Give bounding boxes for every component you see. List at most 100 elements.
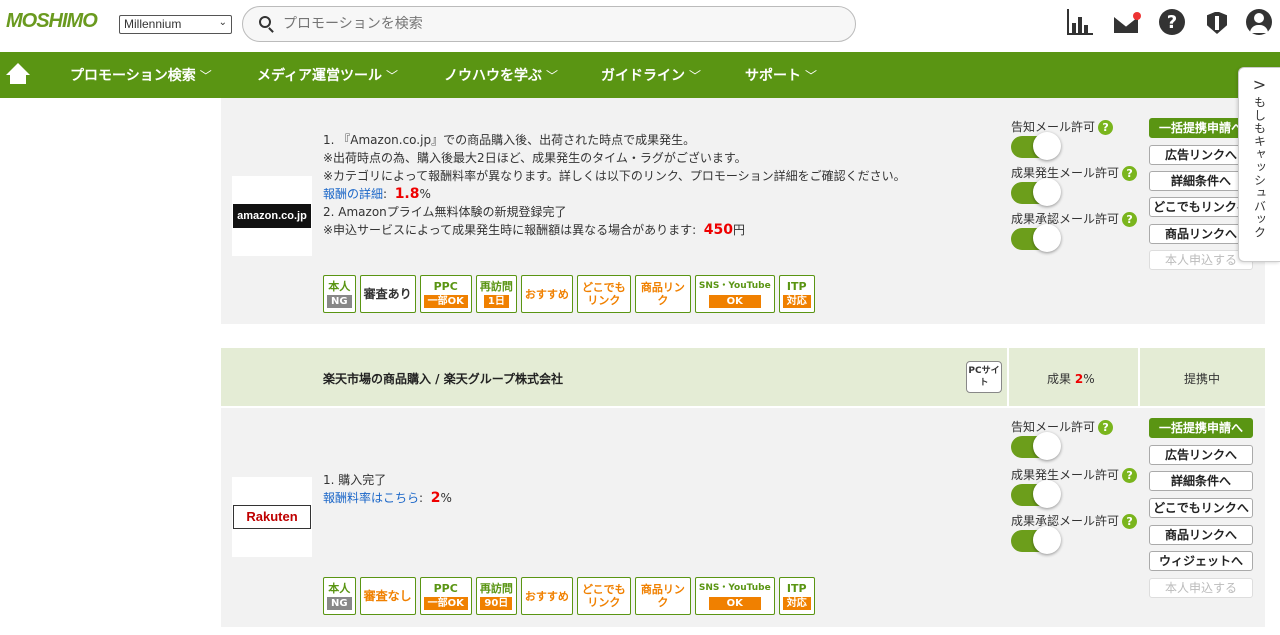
reward-row: ※申込サービスによって成果発生時に報酬額は異なる場合があります: 450円 xyxy=(323,221,906,239)
chevron-right-icon: > xyxy=(1252,75,1267,94)
self-apply-button[interactable]: 本人申込する xyxy=(1149,578,1253,598)
tag-revisit: 再訪問 1日 xyxy=(475,275,517,313)
nav-item-media-tools[interactable]: メディア運営ツール ﹀ xyxy=(257,65,398,85)
search-icon xyxy=(259,16,271,28)
help-icon[interactable]: ? xyxy=(1122,468,1138,483)
detail-conditions-button[interactable]: 詳細条件へ xyxy=(1149,471,1253,491)
chevron-down-icon: ﹀ xyxy=(546,69,559,83)
chevron-down-icon: ﹀ xyxy=(386,69,399,83)
home-icon[interactable] xyxy=(6,63,30,85)
notice-mail-label: 告知メール許可? xyxy=(1011,118,1114,135)
promotion-header-rakuten: 楽天市場の商品購入 / 楽天グループ株式会社 PCサイト 成果 2% 提携中 xyxy=(221,348,1265,406)
chevron-down-icon: ﹀ xyxy=(199,69,212,83)
product-link-button[interactable]: 商品リンクへ xyxy=(1149,525,1253,545)
tag-anywhere-link: どこでもリンク xyxy=(576,577,631,615)
reward-value: 1.8 xyxy=(394,186,420,202)
desc-line: ※申込サービスによって成果発生時に報酬額は異なる場合があります: xyxy=(323,223,697,237)
tag-revisit: 再訪問 90日 xyxy=(475,577,517,615)
cashback-side-tab[interactable]: > もしもキャッシュバック xyxy=(1238,67,1280,262)
search-input[interactable] xyxy=(283,14,843,34)
ad-link-button[interactable]: 広告リンクへ xyxy=(1149,445,1253,465)
desc-line: ※出荷時点の為、購入後最大2日ほど、成果発生のタイム・ラグがございます。 xyxy=(323,151,747,165)
tag-sns: SNS・YouTube OK xyxy=(694,577,775,615)
nav-item-label: ガイドライン xyxy=(601,68,685,84)
shield-icon[interactable] xyxy=(1203,9,1231,37)
partnership-status: 提携中 xyxy=(1184,372,1221,386)
result-mail-label: 成果発生メール許可? xyxy=(1011,466,1138,483)
tag-ppc: PPC 一部OK xyxy=(419,577,472,615)
tag-review: 審査あり xyxy=(359,275,416,313)
tag-product-link: 商品リンク xyxy=(634,275,691,313)
mail-settings: 告知メール許可? 成果発生メール許可? 成果承認メール許可? xyxy=(1009,408,1138,627)
tag-review: 審査なし xyxy=(359,577,416,615)
chevron-down-icon: ﹀ xyxy=(805,69,818,83)
tag-recommend: おすすめ xyxy=(520,275,573,313)
mail-icon[interactable] xyxy=(1113,9,1141,37)
nav-item-label: メディア運営ツール xyxy=(257,68,383,84)
tag-recommend: おすすめ xyxy=(520,577,573,615)
approval-mail-label: 成果承認メール許可? xyxy=(1011,512,1138,529)
reward-rate-link[interactable]: 報酬料率はこちら xyxy=(323,491,419,505)
notice-mail-label: 告知メール許可? xyxy=(1011,418,1114,435)
nav-item-label: プロモーション検索 xyxy=(70,68,196,84)
approval-mail-label: 成果承認メール許可? xyxy=(1011,210,1138,227)
help-icon[interactable]: ? xyxy=(1122,166,1138,181)
desc-line: ※カテゴリによって報酬料率が異なります。詳しくは以下のリンク、プロモーション詳細… xyxy=(323,169,906,183)
approval-mail-toggle[interactable] xyxy=(1011,224,1061,252)
nav-item-label: サポート xyxy=(745,68,801,84)
tag-itp: ITP 対応 xyxy=(778,577,815,615)
site-select[interactable]: Millennium ⌄ xyxy=(119,15,232,34)
tag-list: 本人 NG 審査なし PPC 一部OK 再訪問 90日 おすすめ どこでもリンク 商品… xyxy=(323,577,815,615)
promotion-info: Rakuten 1. 購入完了 報酬料率はこちら: 2% 本人 NG 審査なし P… xyxy=(221,408,1007,627)
report-chart-icon[interactable] xyxy=(1067,9,1095,37)
search-box[interactable] xyxy=(242,6,856,42)
promotion-logo[interactable]: Rakuten xyxy=(232,477,312,557)
nav-item-support[interactable]: サポート ﹀ xyxy=(745,65,817,85)
approval-mail-toggle[interactable] xyxy=(1011,526,1061,554)
nav-item-guidelines[interactable]: ガイドライン ﹀ xyxy=(601,65,701,85)
site-select-value: Millennium xyxy=(124,17,182,31)
promotion-description: 1. 『Amazon.co.jp』での商品購入後、出荷された時点で成果発生。 ※… xyxy=(323,131,906,239)
tag-self: 本人 NG xyxy=(323,577,356,615)
result-mail-toggle[interactable] xyxy=(1011,480,1061,508)
tag-sns: SNS・YouTube OK xyxy=(694,275,775,313)
nav-item-label: ノウハウを学ぶ xyxy=(444,68,542,84)
desc-line: 1. 『Amazon.co.jp』での商品購入後、出荷された時点で成果発生。 xyxy=(323,133,696,147)
tag-product-link: 商品リンク xyxy=(634,577,691,615)
tag-list: 本人 NG 審査あり PPC 一部OK 再訪問 1日 おすすめ どこでもリンク 商品リ… xyxy=(323,275,815,313)
reward-rate: 成果 2% xyxy=(1047,372,1095,386)
desc-line: 1. 購入完了 xyxy=(323,473,387,487)
promotion-description: 1. 購入完了 報酬料率はこちら: 2% xyxy=(323,471,452,507)
user-icon[interactable] xyxy=(1246,9,1272,35)
reward-value: 2 xyxy=(430,490,441,506)
help-icon[interactable]: ? xyxy=(1122,514,1138,529)
notice-mail-toggle[interactable] xyxy=(1011,432,1061,460)
help-icon[interactable]: ? xyxy=(1159,9,1185,35)
nav-item-promotion-search[interactable]: プロモーション検索 ﹀ xyxy=(70,65,212,85)
reward-detail-link[interactable]: 報酬の詳細 xyxy=(323,187,383,201)
help-icon[interactable]: ? xyxy=(1122,212,1138,227)
cashback-label: もしもキャッシュバック xyxy=(1252,96,1267,239)
help-icon[interactable]: ? xyxy=(1098,420,1114,435)
result-mail-toggle[interactable] xyxy=(1011,178,1061,206)
reward-unit: 円 xyxy=(733,223,746,237)
anywhere-link-button[interactable]: どこでもリンクへ xyxy=(1149,498,1253,518)
moshimo-logo[interactable]: MOSHIMO xyxy=(6,10,98,33)
action-buttons: 一括提携申請へ 広告リンクへ 詳細条件へ どこでもリンクへ 商品リンクへ ウィジ… xyxy=(1140,408,1265,627)
bulk-apply-button[interactable]: 一括提携申請へ xyxy=(1149,418,1253,438)
widget-button[interactable]: ウィジェットへ xyxy=(1149,551,1253,571)
reward-row: 報酬の詳細: 1.8% xyxy=(323,186,431,202)
help-icon[interactable]: ? xyxy=(1098,120,1114,135)
notice-mail-toggle[interactable] xyxy=(1011,132,1061,160)
tag-self: 本人 NG xyxy=(323,275,356,313)
chevron-down-icon: ⌄ xyxy=(218,17,227,28)
tag-ppc: PPC 一部OK xyxy=(419,275,472,313)
rakuten-logo: Rakuten xyxy=(233,505,311,529)
nav-item-knowhow[interactable]: ノウハウを学ぶ ﹀ xyxy=(444,65,558,85)
reward-row: 報酬料率はこちら: 2% xyxy=(323,490,452,506)
amazon-logo: amazon.co.jp xyxy=(233,204,311,228)
promotion-title[interactable]: 楽天市場の商品購入 / 楽天グループ株式会社 xyxy=(323,370,563,387)
promotion-logo[interactable]: amazon.co.jp xyxy=(232,176,312,256)
result-mail-label: 成果発生メール許可? xyxy=(1011,164,1138,181)
tag-itp: ITP 対応 xyxy=(778,275,815,313)
